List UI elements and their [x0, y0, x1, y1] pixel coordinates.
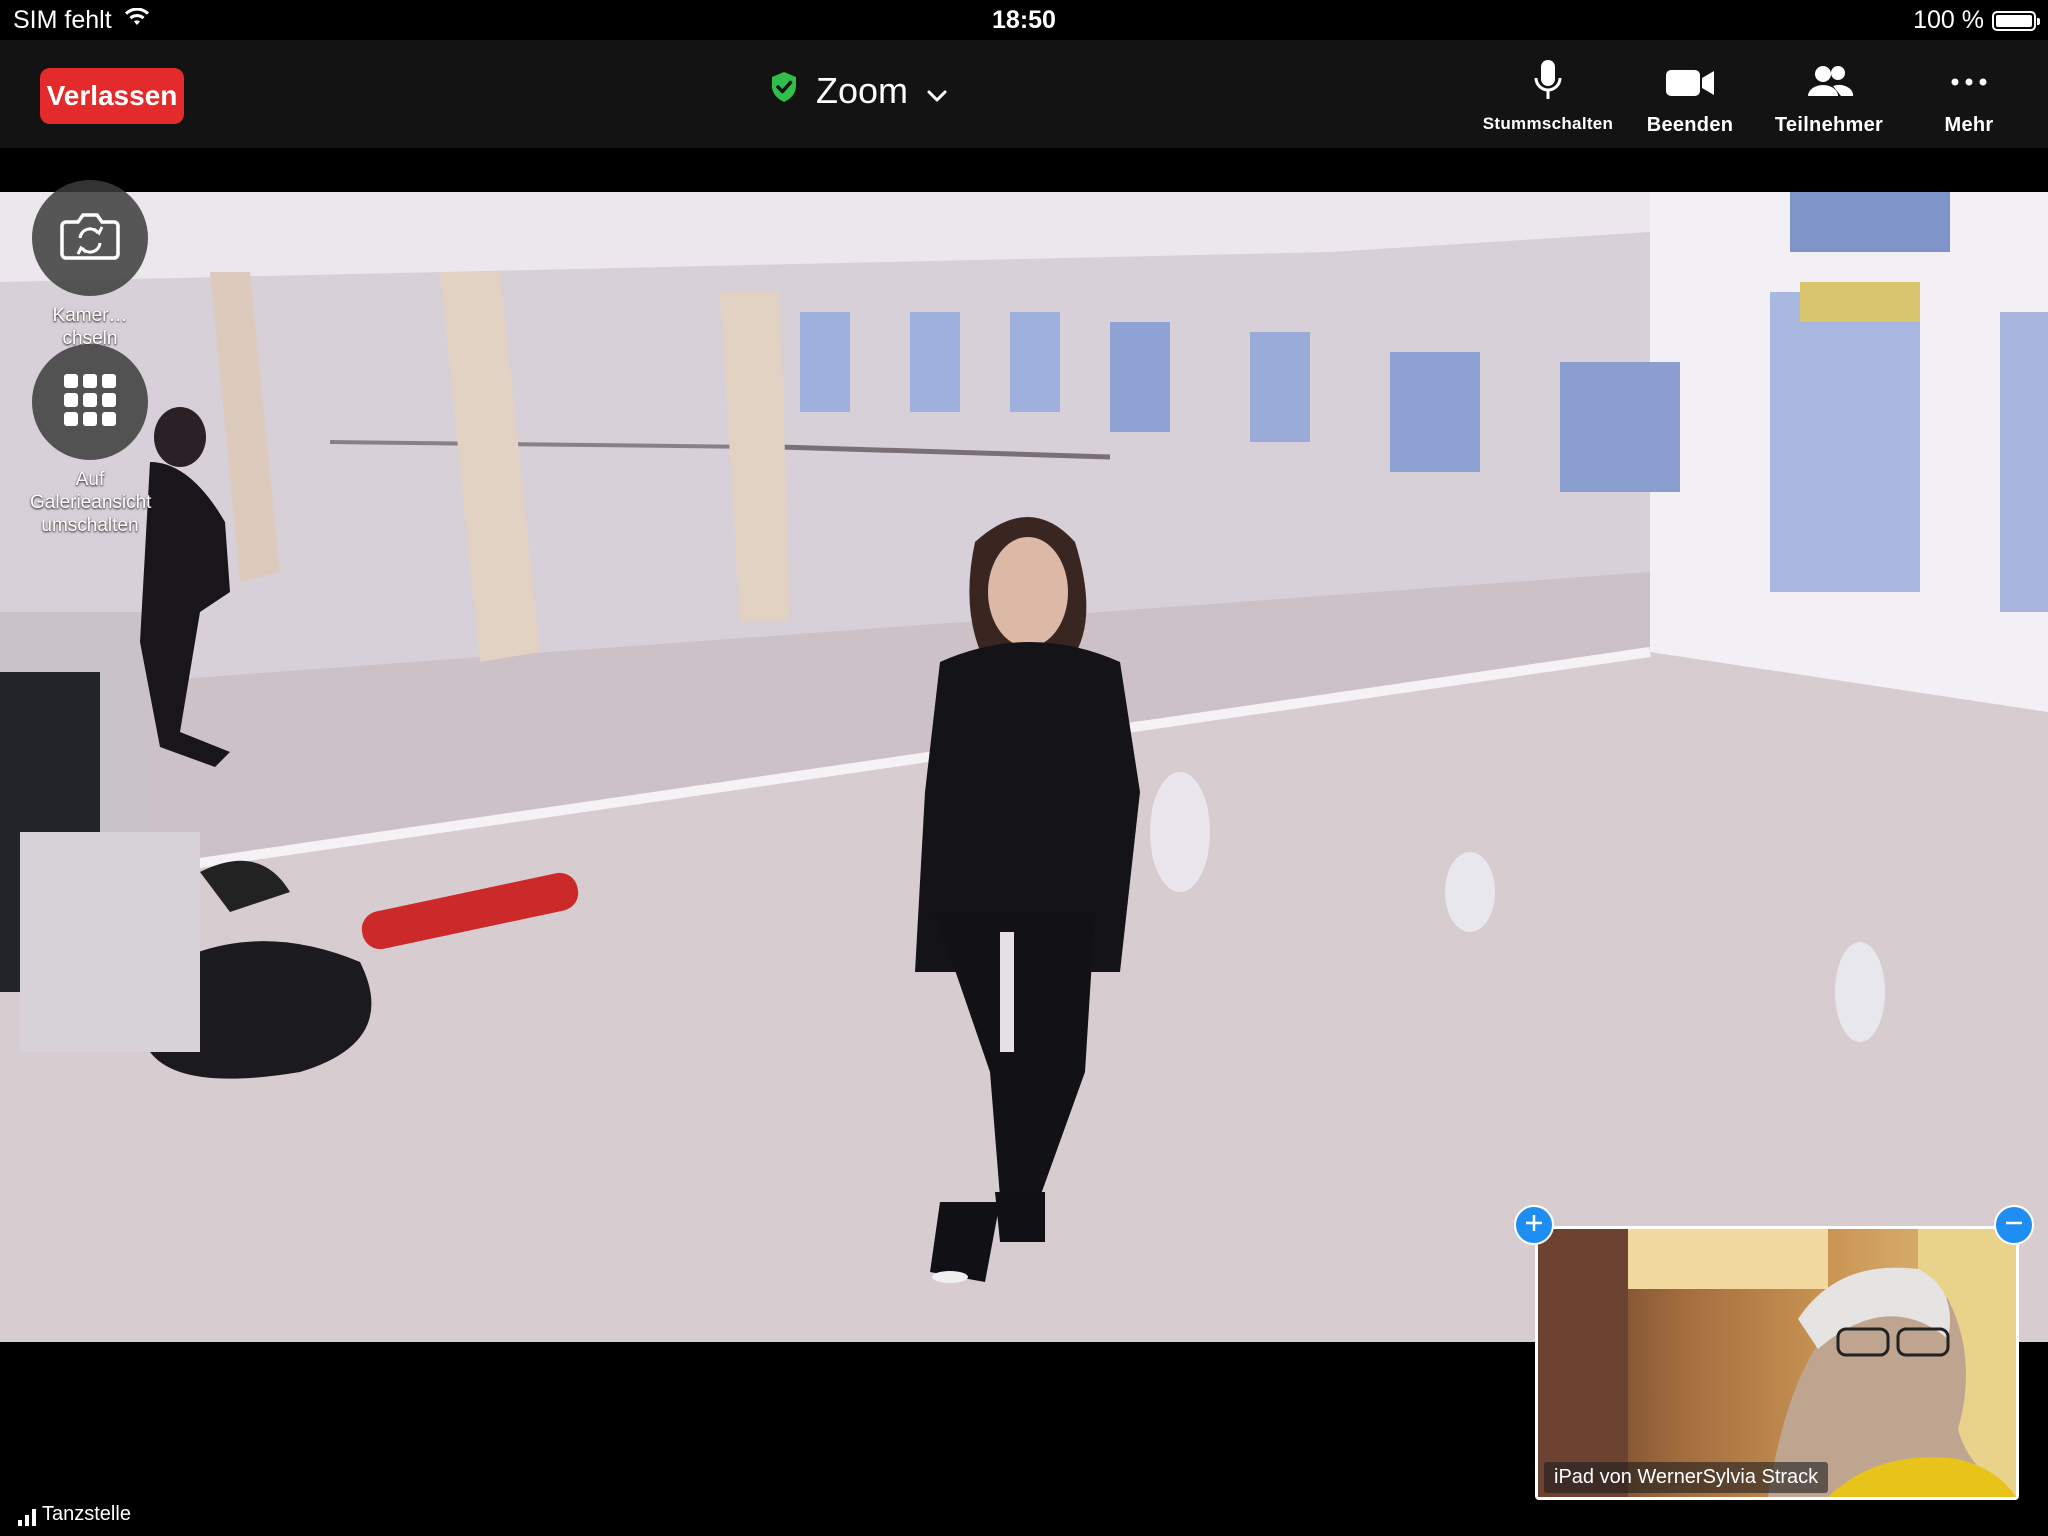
- shield-check-icon: [770, 70, 798, 112]
- gallery-view-button[interactable]: Auf Galerieansicht umschalten: [30, 344, 152, 537]
- pip-expand-button[interactable]: [1514, 1205, 1554, 1245]
- more-dots-icon: [1946, 58, 1992, 104]
- active-speaker-video[interactable]: [0, 192, 2048, 1342]
- leave-button[interactable]: Verlassen: [40, 68, 184, 124]
- dance-studio-video-frame: [0, 192, 2048, 1342]
- status-time: 18:50: [992, 6, 1056, 34]
- switch-camera-button[interactable]: Kamer…chseln: [30, 180, 150, 350]
- more-label: Mehr: [1944, 114, 1994, 136]
- video-camera-icon: [1665, 58, 1715, 104]
- battery-percent: 100 %: [1913, 6, 1984, 34]
- self-view-video[interactable]: iPad von WernerSylvia Strack: [1535, 1226, 2019, 1500]
- mute-button[interactable]: Stummschalten: [1473, 58, 1623, 134]
- minus-icon: [2004, 1213, 2024, 1238]
- gallery-view-circle: [32, 344, 148, 460]
- video-letterbox-top: [0, 148, 2048, 192]
- camera-switch-icon: [58, 210, 122, 267]
- gallery-view-label: Auf Galerieansicht umschalten: [30, 469, 152, 536]
- self-view-name: iPad von WernerSylvia Strack: [1544, 1462, 1829, 1493]
- connection-indicator: Tanzstelle: [18, 1503, 131, 1526]
- self-view-frame: [1538, 1229, 2016, 1497]
- microphone-icon: [1531, 58, 1565, 104]
- video-button[interactable]: Beenden: [1615, 58, 1765, 137]
- switch-camera-circle: [32, 180, 148, 296]
- status-right: 100 %: [1913, 6, 2040, 35]
- signal-strength-icon: [18, 1508, 36, 1526]
- plus-icon: [1524, 1213, 1544, 1238]
- grid-icon: [62, 372, 118, 433]
- meeting-toolbar: Verlassen Zoom Stummschalten Beenden Tei…: [0, 40, 2048, 148]
- meeting-title-dropdown[interactable]: Zoom: [770, 66, 948, 116]
- participants-icon: [1803, 58, 1855, 104]
- participants-label: Teilnehmer: [1774, 114, 1884, 136]
- video-label: Beenden: [1646, 114, 1734, 136]
- battery-icon: [1992, 10, 2040, 31]
- meeting-title: Zoom: [816, 70, 909, 111]
- chevron-down-icon: [926, 70, 948, 112]
- participants-button[interactable]: Teilnehmer: [1754, 58, 1904, 137]
- more-button[interactable]: Mehr: [1894, 58, 2044, 137]
- status-bar: SIM fehlt 18:50 100 %: [0, 0, 2048, 40]
- mute-label: Stummschalten: [1482, 114, 1614, 133]
- pip-minimize-button[interactable]: [1994, 1205, 2034, 1245]
- network-label: Tanzstelle: [42, 1503, 131, 1525]
- battery-level: [1996, 14, 2032, 27]
